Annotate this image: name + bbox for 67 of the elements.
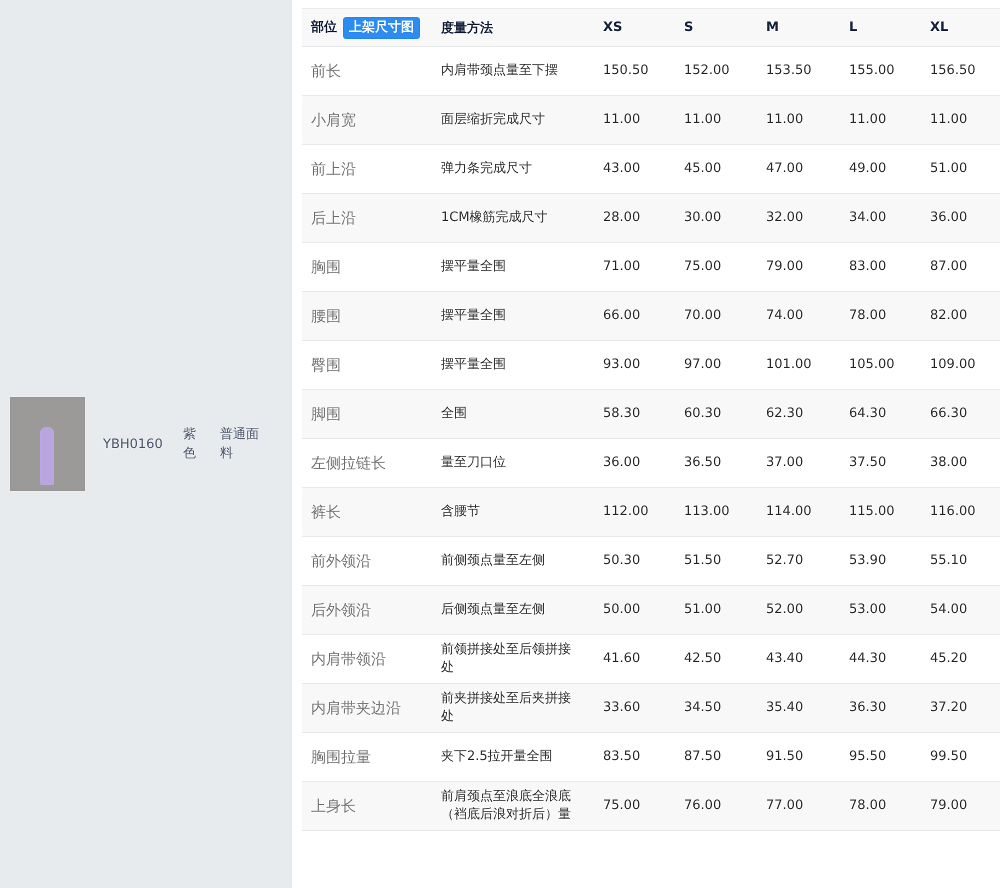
table-cell: 116.00 (921, 488, 1000, 536)
table-cell: 前夹拼接处至后夹拼接处 (432, 684, 594, 732)
table-cell: 113.00 (675, 488, 757, 536)
table-cell: 78.00 (840, 292, 921, 340)
table-cell: 114.00 (757, 488, 840, 536)
table-cell: 34.00 (840, 194, 921, 242)
table-cell: 脚围 (302, 390, 432, 438)
table-cell: 上身长 (302, 782, 432, 830)
table-cell: 58.30 (594, 390, 675, 438)
table-cell: 内肩带夹边沿 (302, 684, 432, 732)
table-cell: 78.00 (840, 782, 921, 830)
table-cell: 小肩宽 (302, 96, 432, 144)
table-cell: 11.00 (757, 96, 840, 144)
table-cell: 51.00 (675, 586, 757, 634)
table-cell: 后侧颈点量至左侧 (432, 586, 594, 634)
table-cell: 30.00 (675, 194, 757, 242)
size-chart-tag[interactable]: 上架尺寸图 (343, 16, 420, 38)
table-cell: 11.00 (921, 96, 1000, 144)
table-cell: 75.00 (594, 782, 675, 830)
product-fabric: 普通面料 (220, 426, 260, 463)
column-header: M (757, 8, 840, 46)
column-header: XL (921, 8, 1000, 46)
table-cell: 50.00 (594, 586, 675, 634)
column-header: L (840, 8, 921, 46)
table-cell: 腰围 (302, 292, 432, 340)
table-cell: 74.00 (757, 292, 840, 340)
table-cell: 54.00 (921, 586, 1000, 634)
table-cell: 66.00 (594, 292, 675, 340)
table-cell: 28.00 (594, 194, 675, 242)
table-cell: 后外领沿 (302, 586, 432, 634)
column-header: XS (594, 8, 675, 46)
table-cell: 裤长 (302, 488, 432, 536)
table-cell: 64.30 (840, 390, 921, 438)
column-header: 度量方法 (432, 8, 594, 46)
table-cell: 面层缩折完成尺寸 (432, 96, 594, 144)
column-header: S (675, 8, 757, 46)
table-cell: 后上沿 (302, 194, 432, 242)
table-cell: 前肩颈点至浪底全浪底（裆底后浪对折后）量 (432, 782, 594, 830)
table-cell: 11.00 (594, 96, 675, 144)
table-cell: 11.00 (675, 96, 757, 144)
product-code: YBH0160 (103, 436, 164, 454)
table-cell: 77.00 (757, 782, 840, 830)
table-cell: 52.00 (757, 586, 840, 634)
table-cell: 35.40 (757, 684, 840, 732)
product-color: 紫色 (183, 426, 197, 463)
table-cell: 含腰节 (432, 488, 594, 536)
table-cell: 79.00 (921, 782, 1000, 830)
table-cell: 36.30 (840, 684, 921, 732)
table-cell: 摆平量全围 (432, 292, 594, 340)
table-cell: 1CM橡筋完成尺寸 (432, 194, 594, 242)
table-cell: 76.00 (675, 782, 757, 830)
table-cell: 32.00 (757, 194, 840, 242)
table-cell: 70.00 (675, 292, 757, 340)
table-cell: 36.00 (921, 194, 1000, 242)
table-cell: 33.60 (594, 684, 675, 732)
table-cell: 115.00 (840, 488, 921, 536)
table-cell: 82.00 (921, 292, 1000, 340)
table-cell: 37.20 (921, 684, 1000, 732)
table-cell: 11.00 (840, 96, 921, 144)
table-cell: 66.30 (921, 390, 1000, 438)
table-cell: 60.30 (675, 390, 757, 438)
table-cell: 全围 (432, 390, 594, 438)
table-cell: 112.00 (594, 488, 675, 536)
table-cell: 62.30 (757, 390, 840, 438)
table-cell: 34.50 (675, 684, 757, 732)
table-cell: 53.00 (840, 586, 921, 634)
column-header: 部位 (311, 20, 337, 34)
